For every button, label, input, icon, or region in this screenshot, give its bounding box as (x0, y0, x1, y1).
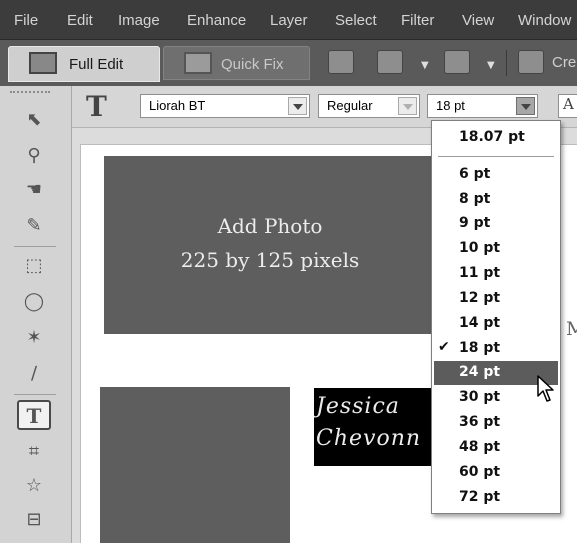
checkmark-icon: ✔ (438, 339, 450, 355)
font-size-value: 18 pt (436, 98, 465, 113)
eyedropper-tool-icon[interactable]: ✎ (20, 212, 48, 240)
font-size-option-9[interactable]: 9 pt (434, 212, 558, 236)
create-label[interactable]: Cre (552, 54, 576, 71)
font-family-select[interactable]: Liorah BT (140, 94, 310, 118)
order-prints-icon[interactable] (444, 50, 470, 74)
font-style-select[interactable]: Regular (318, 94, 420, 118)
font-size-option-36[interactable]: 36 pt (434, 411, 558, 435)
print-icon[interactable] (328, 50, 354, 74)
font-style-value: Regular (327, 98, 373, 113)
menu-edit[interactable]: Edit (67, 12, 93, 29)
name-text-line-2: Chevonn (316, 426, 422, 451)
stamp-tool-icon[interactable]: ⊟ (20, 506, 48, 534)
type-tool-icon[interactable]: T (17, 400, 51, 430)
font-size-option-8[interactable]: 8 pt (434, 188, 558, 212)
font-size-option-14[interactable]: 14 pt (434, 312, 558, 336)
name-text-layer[interactable]: Jessica Chevonn (314, 388, 434, 466)
font-style-dropdown-button[interactable] (398, 97, 417, 115)
share-caret-icon[interactable]: ▼ (421, 60, 429, 71)
font-family-value: Liorah BT (149, 98, 206, 113)
create-icon[interactable] (518, 50, 544, 74)
full-edit-icon (29, 52, 57, 74)
magic-wand-tool-icon[interactable]: ✶ (20, 324, 48, 352)
move-tool-icon[interactable]: ⬉ (20, 106, 48, 134)
font-size-option-11[interactable]: 11 pt (434, 262, 558, 286)
mouse-pointer-icon (537, 375, 554, 402)
font-size-option-12[interactable]: 12 pt (434, 287, 558, 311)
canvas-edge-text: M (566, 318, 577, 340)
menu-bar: File Edit Image Enhance Layer Select Fil… (0, 0, 577, 40)
font-size-current-entry: 18.07 pt (459, 129, 525, 145)
menu-enhance[interactable]: Enhance (187, 12, 246, 29)
photo-placeholder-size: 225 by 125 pixels (180, 248, 360, 272)
dropdown-divider (438, 156, 554, 157)
order-prints-caret-icon[interactable]: ▼ (487, 60, 495, 71)
name-text-line-1: Jessica (316, 394, 400, 419)
zoom-tool-icon[interactable]: ⚲ (20, 142, 48, 170)
shape-tool-icon[interactable]: ☆ (20, 472, 48, 500)
font-size-option-60[interactable]: 60 pt (434, 461, 558, 485)
tab-quick-fix[interactable]: Quick Fix (163, 46, 310, 80)
font-family-dropdown-button[interactable] (288, 97, 307, 115)
menu-file[interactable]: File (14, 12, 38, 29)
tab-full-edit-label: Full Edit (69, 56, 124, 73)
menu-view[interactable]: View (462, 12, 494, 29)
type-tool-preview-icon: T (86, 90, 107, 123)
toolbox: ⬉ ⚲ ☚ ✎ ⬚ ◯ ✶ ∕ T ⌗ ☆ ⊟ (0, 86, 72, 543)
anti-alias-button[interactable]: A (558, 94, 577, 118)
crop-tool-icon[interactable]: ⌗ (20, 438, 48, 466)
mode-toolbar: Full Edit Quick Fix ▼ ▼ Cre (0, 40, 577, 86)
toolbox-divider (14, 246, 56, 247)
font-size-dropdown-button[interactable] (516, 97, 535, 115)
toolbar-divider (506, 50, 507, 76)
font-size-select[interactable]: 18 pt (427, 94, 538, 118)
menu-select[interactable]: Select (335, 12, 377, 29)
font-size-option-18[interactable]: ✔ 18 pt (434, 337, 558, 361)
menu-image[interactable]: Image (118, 12, 160, 29)
font-size-option-72[interactable]: 72 pt (434, 486, 558, 510)
photo-placeholder-secondary[interactable] (100, 387, 290, 543)
font-size-option-6[interactable]: 6 pt (434, 163, 558, 187)
font-size-option-48[interactable]: 48 pt (434, 436, 558, 460)
share-icon[interactable] (377, 50, 403, 74)
brush-tool-icon[interactable]: ∕ (20, 360, 48, 388)
marquee-tool-icon[interactable]: ⬚ (20, 252, 48, 280)
hand-tool-icon[interactable]: ☚ (20, 176, 48, 204)
toolbox-divider (14, 394, 56, 395)
photo-placeholder[interactable] (104, 156, 470, 334)
menu-filter[interactable]: Filter (401, 12, 434, 29)
tab-quick-fix-label: Quick Fix (221, 56, 284, 73)
lasso-tool-icon[interactable]: ◯ (20, 288, 48, 316)
photo-placeholder-title: Add Photo (217, 214, 323, 238)
font-size-option-10[interactable]: 10 pt (434, 237, 558, 261)
toolbox-grip[interactable] (10, 91, 50, 94)
quick-fix-icon (184, 52, 212, 74)
tab-full-edit[interactable]: Full Edit (8, 46, 160, 82)
menu-window[interactable]: Window (518, 12, 571, 29)
menu-layer[interactable]: Layer (270, 12, 308, 29)
